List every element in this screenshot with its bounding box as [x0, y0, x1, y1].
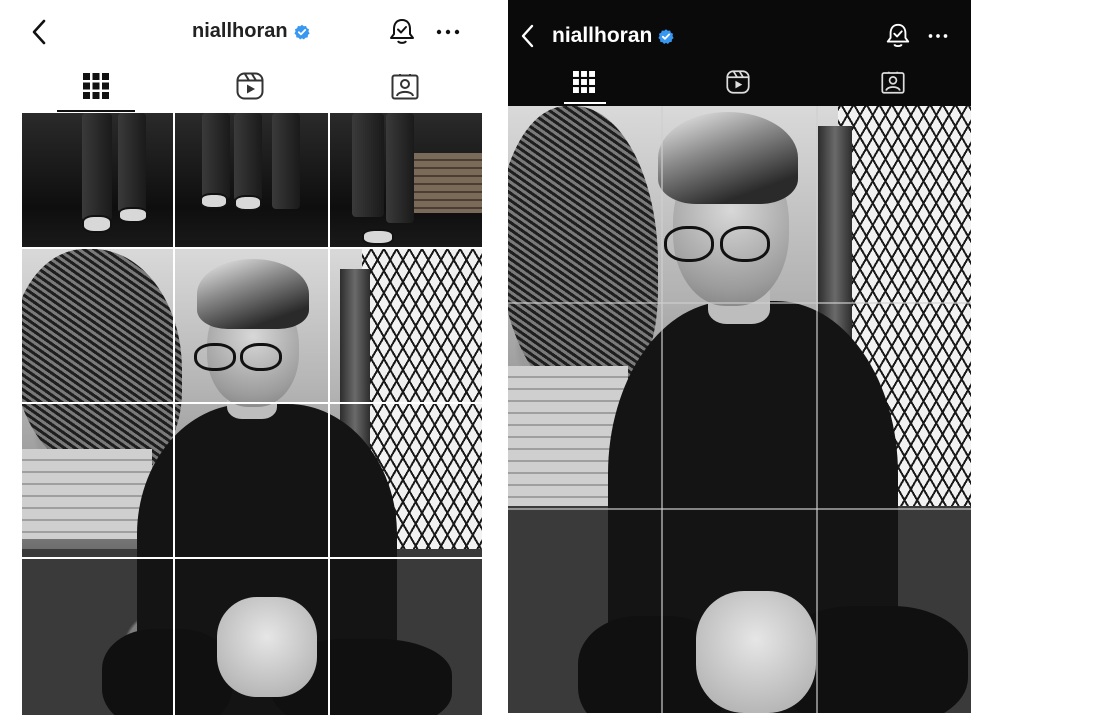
back-button[interactable]	[22, 14, 58, 50]
reels-icon	[726, 70, 750, 94]
bell-icon	[390, 19, 414, 44]
bell-icon	[886, 23, 910, 48]
tagged-icon	[881, 71, 905, 94]
verified-badge-icon	[658, 28, 674, 44]
post-tile[interactable]	[22, 113, 482, 248]
tab-reels[interactable]	[708, 62, 768, 102]
chevron-left-icon	[32, 19, 46, 45]
photo-grid	[22, 113, 482, 715]
username: niallhoran	[552, 24, 653, 47]
notifications-button[interactable]	[882, 20, 914, 52]
username: niallhoran	[192, 20, 288, 42]
tab-tagged[interactable]	[863, 62, 923, 102]
notifications-button[interactable]	[386, 16, 418, 48]
more-horizontal-icon	[436, 29, 460, 35]
post-tile[interactable]	[22, 249, 482, 715]
verified-badge-icon	[293, 24, 310, 40]
tab-reels[interactable]	[220, 66, 280, 106]
active-tab-indicator	[564, 102, 606, 104]
photo-grid	[508, 106, 971, 713]
active-tab-indicator	[57, 110, 135, 112]
profile-tabs	[22, 66, 482, 112]
reels-icon	[236, 72, 264, 100]
more-options-button[interactable]	[922, 20, 954, 52]
tagged-icon	[391, 74, 419, 100]
profile-title: niallhoran	[192, 20, 310, 43]
back-button[interactable]	[510, 18, 546, 54]
grid-icon	[83, 73, 109, 99]
tab-posts[interactable]	[554, 62, 614, 102]
more-horizontal-icon	[928, 34, 948, 38]
post-tile[interactable]	[508, 106, 971, 713]
chevron-left-icon	[521, 24, 534, 48]
tab-posts[interactable]	[66, 66, 126, 106]
grid-icon	[573, 71, 595, 93]
profile-screen-light: niallhoran	[22, 0, 482, 715]
more-options-button[interactable]	[432, 16, 464, 48]
profile-title: niallhoran	[552, 24, 674, 48]
profile-tabs	[508, 62, 971, 106]
profile-screen-dark: niallhoran	[508, 0, 971, 713]
tab-tagged[interactable]	[375, 66, 435, 106]
profile-header: niallhoran	[22, 12, 482, 52]
profile-header: niallhoran	[508, 16, 971, 56]
